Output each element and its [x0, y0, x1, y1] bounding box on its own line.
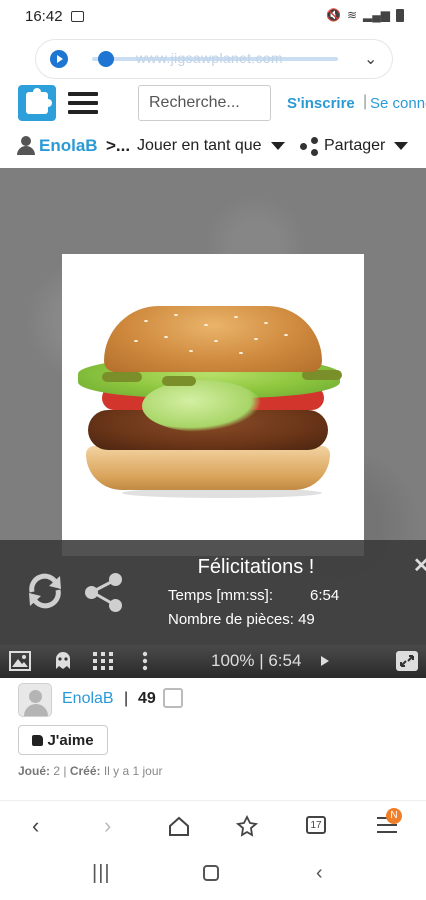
puzzle-piece-icon [26, 88, 52, 114]
notification-badge: N [386, 808, 402, 824]
wifi-icon: ≋ [346, 8, 358, 22]
jigsaw-logo[interactable] [18, 85, 56, 121]
bookmark-star-icon[interactable] [236, 815, 258, 837]
forward-icon[interactable]: › [104, 813, 111, 839]
status-time: 16:42 [25, 8, 63, 25]
media-bar: www.jigsawplanet.com ⌄ [36, 40, 392, 78]
puzzle-meta: Joué: 2 | Créé: Il y a 1 jour [18, 764, 163, 778]
image-notification-icon [71, 11, 84, 22]
author-separator: | [124, 690, 129, 707]
menu-icon[interactable] [68, 92, 98, 114]
ghost-icon[interactable] [52, 651, 74, 671]
share-icon[interactable] [300, 137, 318, 156]
play-icon[interactable] [321, 656, 329, 666]
refresh-icon[interactable] [24, 570, 66, 612]
puzzle-piece-icon [163, 688, 183, 708]
zoom-time-status: 100% | 6:54 [211, 651, 302, 670]
back-nav-icon[interactable]: ‹ [316, 862, 323, 885]
header-separator: | [363, 93, 368, 110]
author-name-link[interactable]: EnolaB [62, 690, 114, 708]
recent-apps-icon[interactable]: ||| [92, 862, 111, 885]
created-label: Créé: [69, 764, 101, 778]
user-icon [17, 136, 35, 155]
search-input[interactable] [138, 85, 271, 121]
browser-toolbar [0, 800, 426, 852]
caret-down-icon[interactable] [394, 142, 408, 150]
time-value: 6:54 [310, 587, 340, 604]
media-url: www.jigsawplanet.com [136, 50, 283, 66]
grid-icon[interactable] [92, 651, 114, 671]
image-icon[interactable] [9, 651, 31, 671]
media-play-button[interactable] [50, 50, 68, 68]
piece-count: 49 [138, 690, 156, 707]
login-link[interactable]: Se connecter [370, 95, 426, 112]
fullscreen-icon[interactable] [395, 650, 419, 672]
avatar[interactable] [18, 683, 52, 717]
signup-link[interactable]: S'inscrire [287, 95, 355, 112]
time-label: Temps [mm:ss]: [168, 587, 274, 604]
like-label: J'aime [47, 731, 94, 749]
chevron-down-icon[interactable]: ⌄ [364, 49, 377, 69]
share-icon[interactable] [85, 573, 125, 613]
signal-icon: ▂▄▆ [363, 8, 390, 22]
puzzle-image [62, 254, 364, 556]
tabs-button[interactable]: 17 [306, 816, 326, 834]
more-vertical-icon[interactable] [134, 651, 156, 671]
share-dropdown[interactable]: Partager [324, 137, 385, 155]
media-progress-knob[interactable] [98, 51, 114, 67]
home-nav-icon[interactable] [203, 865, 219, 881]
back-icon[interactable]: ‹ [32, 813, 39, 839]
battery-icon [396, 8, 404, 22]
created-value: Il y a 1 jour [100, 764, 163, 778]
thumbs-up-icon [32, 734, 44, 746]
status-icons: 🔇 ≋ ▂▄▆ [326, 8, 404, 22]
close-icon[interactable]: ✕ [413, 553, 426, 578]
breadcrumb-separator[interactable]: >... [106, 136, 130, 156]
mute-icon: 🔇 [326, 8, 341, 22]
home-icon[interactable] [168, 816, 190, 836]
breadcrumb-user-link[interactable]: EnolaB [39, 136, 98, 156]
pieces-count-label: Nombre de pièces: 49 [168, 611, 315, 628]
caret-down-icon[interactable] [271, 142, 285, 150]
played-value: 2 | [50, 764, 70, 778]
play-as-dropdown[interactable]: Jouer en tant que [137, 137, 262, 155]
played-label: Joué: [18, 764, 51, 778]
like-button[interactable]: J'aime [18, 725, 108, 755]
